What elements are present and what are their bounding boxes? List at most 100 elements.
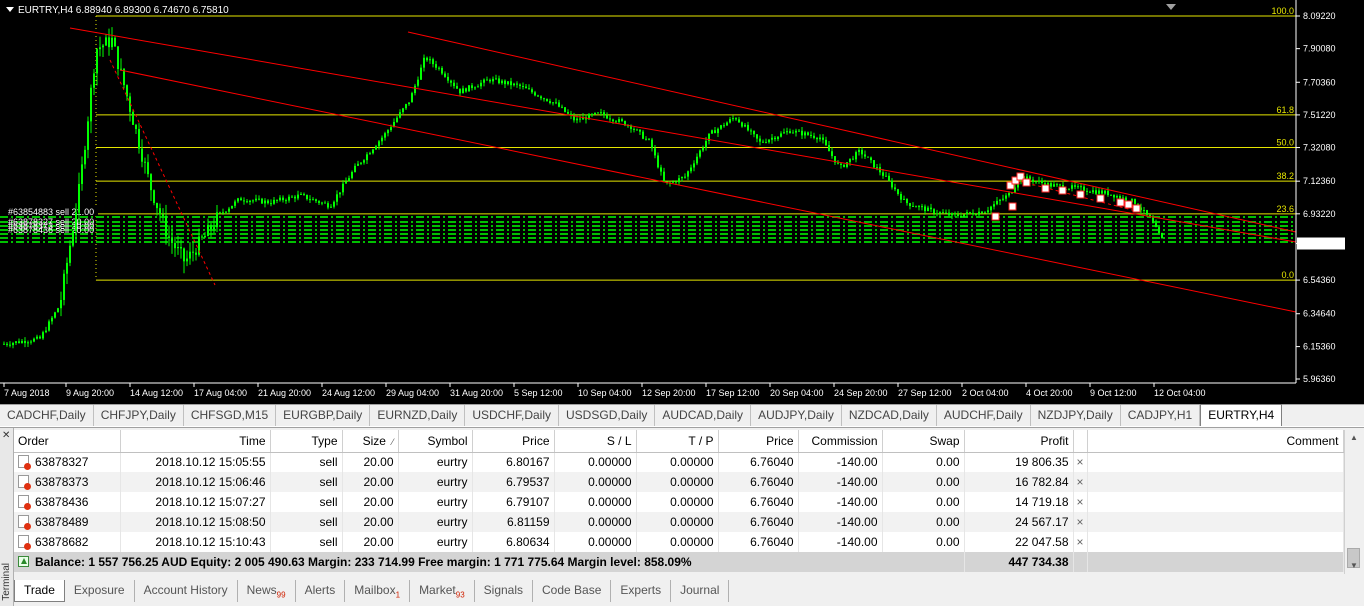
candle-body (405, 104, 407, 109)
trade-arrow-marker[interactable] (991, 212, 1000, 221)
symbol-tab-usdchf-daily[interactable]: USDCHF,Daily (465, 405, 560, 426)
chart-shift-icon[interactable] (1166, 4, 1176, 10)
candle-body (33, 338, 35, 342)
trade-arrow-marker[interactable] (1008, 202, 1017, 211)
trend-channel-line[interactable] (407, 31, 1297, 233)
trade-arrow-marker[interactable] (1096, 194, 1105, 203)
table-row[interactable]: 63878436 2018.10.12 15:07:27 sell 20.00 eurt… (14, 492, 1344, 512)
fib-level-label: 50.0 (1276, 138, 1294, 148)
order-overlay-label: #63854883 sell 21.00 (8, 207, 94, 217)
close-order-icon[interactable]: × (1073, 492, 1088, 512)
tab-news[interactable]: News99 (238, 580, 296, 602)
candle-body (735, 118, 737, 120)
table-row[interactable]: 63878327 2018.10.12 15:05:55 sell 20.00 eurt… (14, 452, 1344, 472)
tab-mailbox[interactable]: Mailbox1 (345, 580, 411, 602)
col-header-swap[interactable]: Swap (882, 430, 965, 453)
symbol-tab-audcad-daily[interactable]: AUDCAD,Daily (655, 405, 752, 426)
symbol-tab-chfjpy-daily[interactable]: CHFJPY,Daily (94, 405, 184, 426)
trade-arrow-marker[interactable] (1132, 204, 1141, 213)
symbol-tab-eurtry-h4[interactable]: EURTRY,H4 (1200, 404, 1283, 426)
price-label: 6.93220 (1303, 209, 1336, 219)
candle-body (399, 112, 401, 118)
candle-body (843, 164, 845, 167)
tab-code-base[interactable]: Code Base (533, 580, 612, 602)
tab-alerts[interactable]: Alerts (296, 580, 346, 602)
symbol-tab-audjpy-daily[interactable]: AUDJPY,Daily (751, 405, 842, 426)
col-header-price[interactable]: Price (472, 430, 555, 453)
cell-commission: -140.00 (798, 452, 883, 472)
vertical-scrollbar[interactable]: ▲ ▼ (1344, 430, 1362, 574)
col-header-comment[interactable]: Comment (1087, 430, 1344, 453)
trade-arrow-marker[interactable] (1058, 186, 1067, 195)
candle-body (561, 106, 563, 108)
candle-body (1074, 185, 1076, 187)
table-row[interactable]: 63878373 2018.10.12 15:06:46 sell 20.00 eurt… (14, 472, 1344, 492)
time-label: 7 Aug 2018 (4, 388, 50, 398)
candle-body (387, 130, 389, 134)
time-label: 10 Sep 04:00 (578, 388, 632, 398)
cell-order: 63878327 (14, 452, 121, 472)
symbol-tab-audchf-daily[interactable]: AUDCHF,Daily (937, 405, 1031, 426)
candle-body (66, 262, 68, 274)
tab-exposure[interactable]: Exposure (65, 580, 135, 602)
symbol-tab-cadchf-daily[interactable]: CADCHF,Daily (0, 405, 94, 426)
col-header-time[interactable]: Time (120, 430, 271, 453)
tab-badge: 1 (395, 590, 401, 600)
symbol-tab-usdsgd-daily[interactable]: USDSGD,Daily (559, 405, 656, 426)
col-header-symbol[interactable]: Symbol (398, 430, 473, 453)
symbol-tab-cadjpy-h1[interactable]: CADJPY,H1 (1121, 405, 1201, 426)
tab-market[interactable]: Market93 (410, 580, 475, 602)
col-header-order[interactable]: Order (14, 430, 121, 453)
close-order-icon[interactable]: × (1073, 452, 1088, 472)
col-header-sl[interactable]: S / L (554, 430, 637, 453)
close-order-icon[interactable]: × (1073, 532, 1088, 552)
table-row[interactable]: 63878682 2018.10.12 15:10:43 sell 20.00 eurt… (14, 532, 1344, 552)
tab-signals[interactable]: Signals (475, 580, 534, 602)
tab-experts[interactable]: Experts (611, 580, 672, 602)
trade-arrow-marker[interactable] (1116, 198, 1125, 207)
symbol-tab-chfsgd-m15[interactable]: CHFSGD,M15 (184, 405, 277, 426)
trade-arrow-marker[interactable] (1041, 184, 1050, 193)
candle-body (1122, 197, 1124, 199)
price-label: 5.96360 (1303, 374, 1336, 384)
col-header-tp[interactable]: T / P (636, 430, 719, 453)
cell-symbol: eurtry (398, 532, 473, 552)
candle-body (78, 183, 80, 213)
candle-body (177, 247, 179, 249)
symbol-tab-nzdjpy-daily[interactable]: NZDJPY,Daily (1031, 405, 1121, 426)
table-row[interactable]: 63878489 2018.10.12 15:08:50 sell 20.00 eurt… (14, 512, 1344, 532)
trade-arrow-marker[interactable] (1124, 200, 1133, 209)
close-icon[interactable]: ✕ (2, 431, 10, 441)
candle-body (936, 213, 938, 215)
scroll-up-icon[interactable]: ▲ (1345, 430, 1363, 446)
candle-body (717, 128, 719, 134)
trend-channel-line[interactable] (69, 27, 1297, 243)
price-chart[interactable]: 100.0 61.8 50.0 38.2 23.6 0.0 #63854883 sell … (0, 0, 1364, 404)
tab-journal[interactable]: Journal (671, 580, 730, 602)
candle-body (651, 139, 653, 149)
chart-canvas[interactable]: 100.0 61.8 50.0 38.2 23.6 0.0 #63854883 sell … (0, 0, 1364, 404)
candle-body (288, 196, 290, 201)
candle-body (81, 164, 83, 184)
trend-channel-line[interactable] (119, 69, 1297, 313)
col-header-profit[interactable]: Profit (964, 430, 1074, 453)
candle-body (237, 198, 239, 202)
close-order-icon[interactable]: × (1073, 512, 1088, 532)
close-order-icon[interactable]: × (1073, 472, 1088, 492)
symbol-tab-nzdcad-daily[interactable]: NZDCAD,Daily (842, 405, 937, 426)
trade-arrow-marker[interactable] (1022, 178, 1031, 187)
col-header-commission[interactable]: Commission (798, 430, 883, 453)
col-header-type[interactable]: Type (270, 430, 343, 453)
chart-menu-icon[interactable] (6, 7, 14, 12)
symbol-tab-eurgbp-daily[interactable]: EURGBP,Daily (276, 405, 371, 426)
symbol-tab-eurnzd-daily[interactable]: EURNZD,Daily (370, 405, 466, 426)
tab-account-history[interactable]: Account History (135, 580, 238, 602)
price-label: 6.15360 (1303, 342, 1336, 352)
trade-arrow-marker[interactable] (1076, 190, 1085, 199)
col-header-size[interactable]: Size ⁄ (342, 430, 399, 453)
tab-trade[interactable]: Trade (14, 580, 65, 602)
scroll-down-icon[interactable]: ▼ (1345, 558, 1363, 574)
cell-comment (1087, 492, 1344, 512)
candle-body (978, 211, 980, 215)
col-header-current-price[interactable]: Price (718, 430, 799, 453)
